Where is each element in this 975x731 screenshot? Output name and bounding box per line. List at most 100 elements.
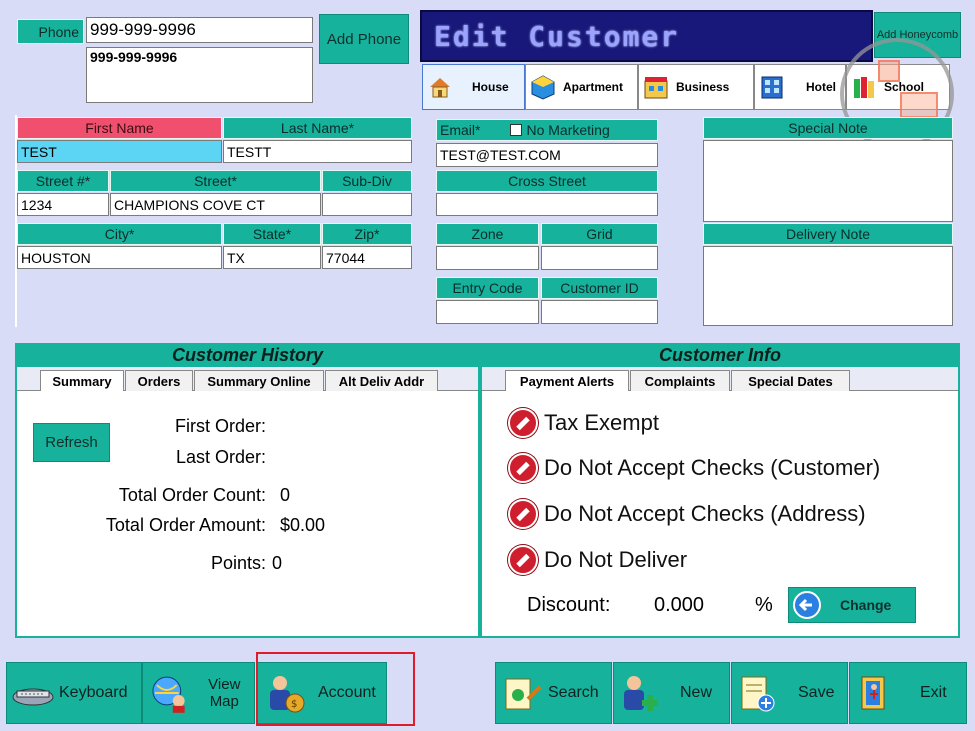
zone-input[interactable]: [436, 246, 539, 270]
type-hotel-button[interactable]: Hotel: [754, 64, 846, 110]
customer-info-title: Customer Info: [480, 343, 960, 367]
house-icon: [426, 73, 454, 101]
points-value: 0: [272, 553, 282, 574]
new-label: New: [680, 684, 712, 702]
keyboard-icon: [11, 673, 55, 713]
alert-tax-exempt[interactable]: Tax Exempt: [508, 408, 659, 438]
points-label: Points:: [150, 553, 266, 574]
total-order-count-value: 0: [280, 485, 290, 506]
search-button[interactable]: Search: [495, 662, 612, 724]
search-customer-icon: [500, 673, 544, 713]
customer-history-title: Customer History: [15, 343, 480, 367]
cross-street-label: Cross Street: [436, 170, 658, 192]
save-document-icon: [736, 673, 780, 713]
special-note-label: Special Note: [703, 117, 953, 139]
alert-label: Tax Exempt: [544, 410, 659, 436]
special-note-input[interactable]: [703, 140, 953, 222]
no-icon: [508, 499, 538, 529]
alert-do-not-deliver[interactable]: Do Not Deliver: [508, 545, 687, 575]
keyboard-button[interactable]: Keyboard: [6, 662, 142, 724]
view-map-label: View Map: [195, 676, 254, 710]
tab-summary-online[interactable]: Summary Online: [194, 370, 324, 391]
type-business-label: Business: [676, 80, 729, 94]
tab-alt-deliv-addr[interactable]: Alt Deliv Addr: [325, 370, 438, 391]
search-label: Search: [548, 684, 599, 702]
drag-indicator-end: [900, 92, 938, 118]
discount-unit: %: [755, 594, 773, 617]
type-apartment-label: Apartment: [563, 80, 623, 94]
cross-street-input[interactable]: [436, 193, 658, 216]
business-icon: [642, 73, 670, 101]
tab-summary[interactable]: Summary: [40, 370, 124, 391]
save-label: Save: [798, 684, 834, 702]
refresh-button[interactable]: Refresh: [33, 423, 110, 462]
last-name-input[interactable]: TESTT: [223, 140, 412, 163]
phone-label: Phone: [17, 19, 84, 44]
exit-label: Exit: [920, 684, 947, 702]
zip-input[interactable]: 77044: [322, 246, 412, 269]
hotel-icon: [758, 73, 786, 101]
city-input[interactable]: HOUSTON: [17, 246, 222, 269]
keyboard-label: Keyboard: [59, 684, 128, 702]
phone-input[interactable]: 999-999-9996: [86, 17, 313, 43]
zip-label: Zip*: [322, 223, 412, 245]
add-user-icon: [618, 673, 662, 713]
customer-id-input[interactable]: [541, 300, 658, 324]
exit-door-icon: [854, 673, 898, 713]
street-label: Street*: [110, 170, 321, 192]
phone-list[interactable]: 999-999-9996: [86, 47, 313, 103]
last-name-label: Last Name*: [223, 117, 412, 139]
email-input[interactable]: TEST@TEST.COM: [436, 143, 658, 167]
drag-indicator-start: [878, 60, 900, 82]
tab-special-dates[interactable]: Special Dates: [731, 370, 850, 391]
street-number-input[interactable]: 1234: [17, 193, 109, 216]
total-order-amount-value: $0.00: [280, 515, 325, 536]
delivery-note-input[interactable]: [703, 246, 953, 326]
email-label-bar: Email* No Marketing: [436, 119, 658, 141]
state-input[interactable]: TX: [223, 246, 321, 269]
view-map-button[interactable]: View Map: [142, 662, 255, 724]
first-name-input[interactable]: TEST: [17, 140, 222, 163]
form-left-border: [15, 115, 17, 327]
grid-input[interactable]: [541, 246, 658, 270]
last-order-label: Last Order:: [120, 447, 266, 468]
save-button[interactable]: Save: [731, 662, 848, 724]
no-icon: [508, 545, 538, 575]
no-marketing-checkbox[interactable]: [510, 124, 522, 136]
add-phone-button[interactable]: Add Phone: [319, 14, 409, 64]
subdiv-label: Sub-Div: [322, 170, 412, 192]
tab-complaints[interactable]: Complaints: [630, 370, 730, 391]
entry-code-label: Entry Code: [436, 277, 539, 299]
entry-code-input[interactable]: [436, 300, 539, 324]
city-label: City*: [17, 223, 222, 245]
delivery-note-label: Delivery Note: [703, 223, 953, 245]
total-order-amount-label: Total Order Amount:: [40, 515, 266, 536]
discount-label: Discount:: [527, 594, 610, 617]
no-icon: [508, 408, 538, 438]
phone-list-item[interactable]: 999-999-9996: [90, 49, 177, 65]
account-highlight-box: [256, 652, 415, 726]
type-house-label: House: [472, 80, 509, 94]
change-label: Change: [840, 597, 891, 613]
new-button[interactable]: New: [613, 662, 730, 724]
tab-orders[interactable]: Orders: [125, 370, 193, 391]
type-apartment-button[interactable]: Apartment: [525, 64, 638, 110]
type-house-button[interactable]: House: [422, 64, 525, 110]
alert-no-checks-address[interactable]: Do Not Accept Checks (Address): [508, 499, 866, 529]
type-business-button[interactable]: Business: [638, 64, 754, 110]
globe-person-icon: [147, 673, 191, 713]
street-input[interactable]: CHAMPIONS COVE CT: [110, 193, 321, 216]
discount-value: 0.000: [654, 594, 704, 617]
subdiv-input[interactable]: [322, 193, 412, 216]
street-number-label: Street #*: [17, 170, 109, 192]
alert-label: Do Not Accept Checks (Address): [544, 501, 866, 527]
no-marketing-label: No Marketing: [526, 122, 609, 138]
change-discount-button[interactable]: Change: [788, 587, 916, 623]
exit-button[interactable]: Exit: [849, 662, 967, 724]
no-icon: [508, 453, 538, 483]
apartment-icon: [529, 73, 557, 101]
first-order-label: First Order:: [120, 416, 266, 437]
alert-no-checks-customer[interactable]: Do Not Accept Checks (Customer): [508, 453, 880, 483]
edit-customer-header: Edit Customer: [420, 10, 873, 62]
tab-payment-alerts[interactable]: Payment Alerts: [505, 370, 629, 391]
